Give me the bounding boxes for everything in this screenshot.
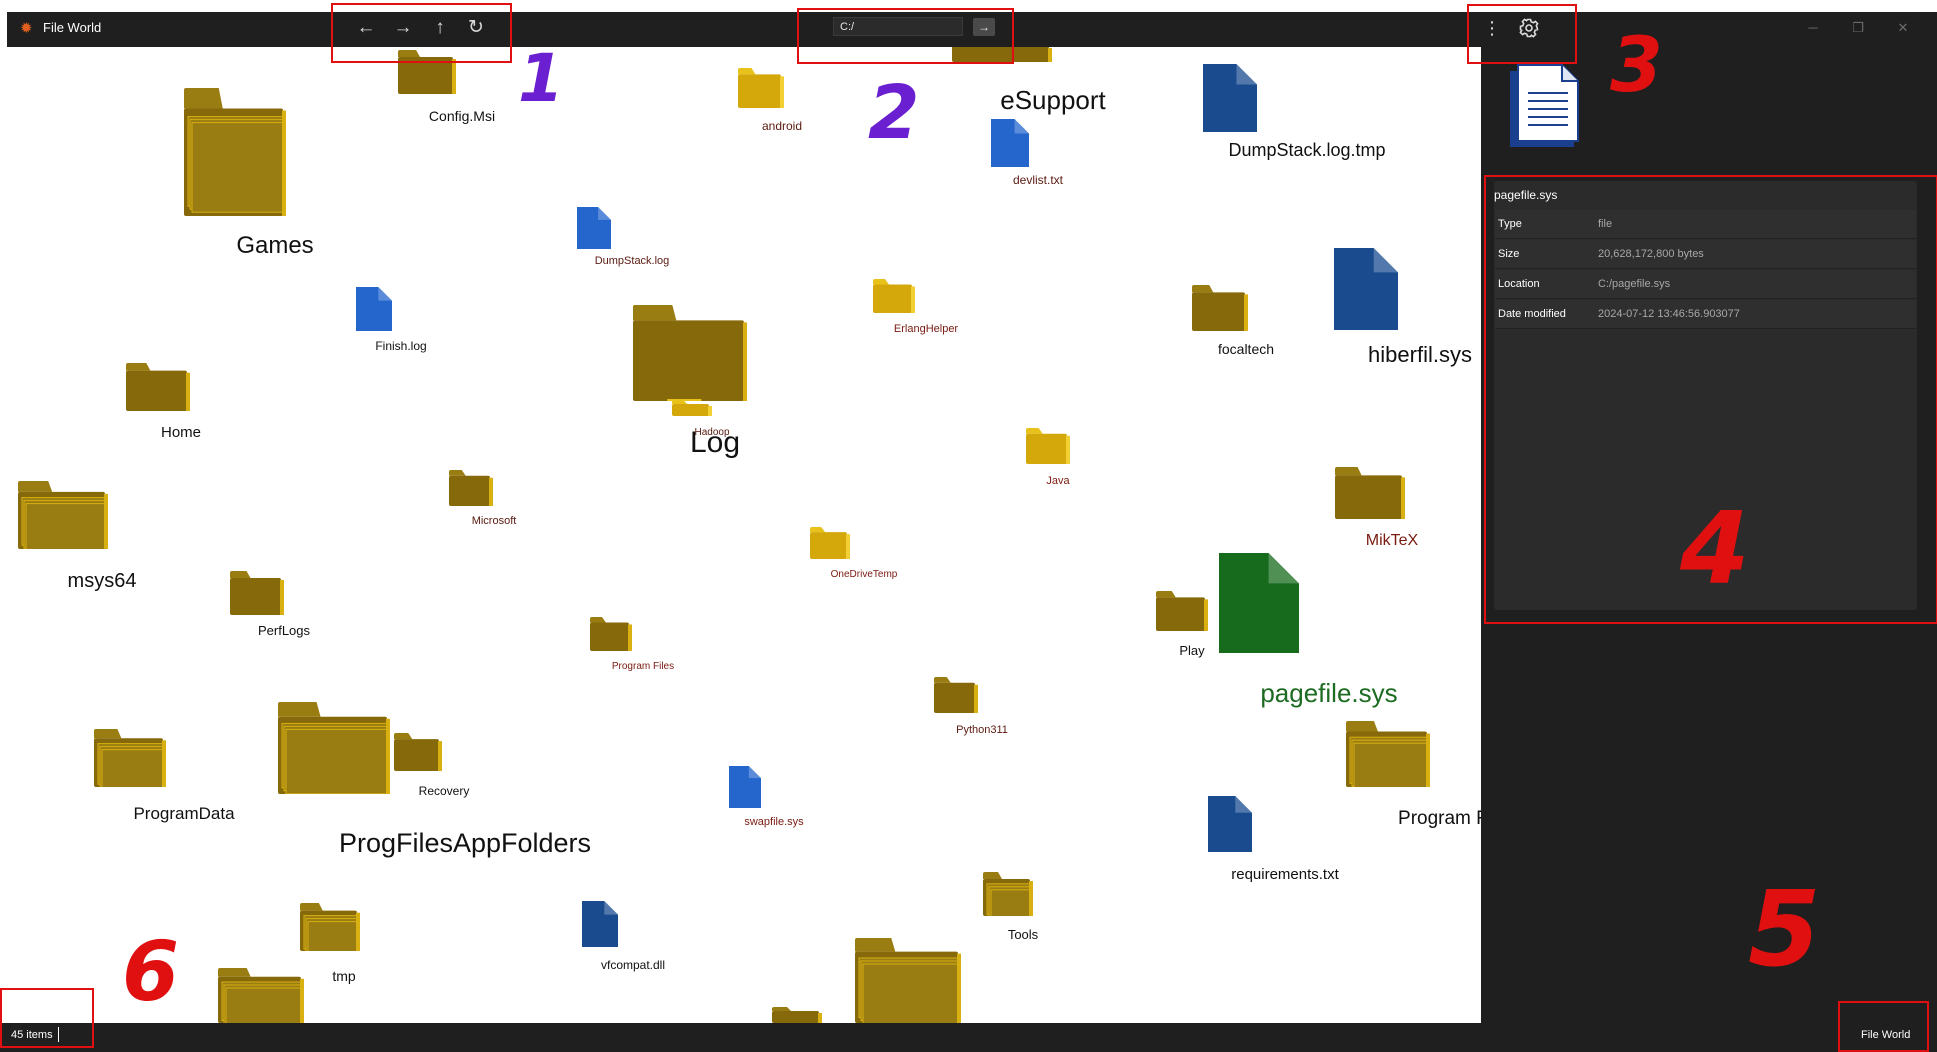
folder-item[interactable] (449, 470, 493, 506)
annotation-box-1 (331, 3, 512, 63)
item-label: hiberfil.sys (1368, 342, 1472, 367)
annotation-box-3 (1467, 4, 1577, 64)
item-label: Recovery (418, 784, 470, 798)
item-label: pagefile.sys (1260, 678, 1398, 708)
folder-item[interactable] (772, 1007, 822, 1023)
item-label: OneDriveTemp (830, 569, 898, 580)
document-icon (1508, 63, 1580, 154)
item-label: Microsoft (471, 515, 517, 527)
annotation-number: 6 (122, 925, 180, 1020)
folder-item[interactable] (1335, 467, 1405, 519)
file-item[interactable] (1208, 796, 1252, 852)
item-label: Play (1179, 643, 1205, 658)
annotation-number: 5 (1748, 868, 1821, 990)
folder-item[interactable] (590, 617, 632, 651)
status-bar (0, 1023, 1937, 1052)
folder-item[interactable] (18, 481, 108, 549)
minimize-button[interactable]: ─ (1800, 16, 1826, 40)
annotation-box-2 (797, 8, 1014, 64)
folder-item[interactable] (983, 872, 1033, 916)
folder-item[interactable] (934, 677, 978, 713)
item-label: ProgFilesAppFolders (338, 828, 592, 858)
folder-item[interactable] (126, 363, 190, 411)
folder-item[interactable] (218, 968, 304, 1023)
minimize-icon: ─ (1808, 20, 1818, 35)
folder-item[interactable] (1156, 591, 1208, 631)
file-item[interactable] (1219, 553, 1299, 653)
item-label: Java (1046, 475, 1070, 487)
item-label: Config.Msi (428, 108, 496, 124)
item-label: ErlangHelper (893, 323, 959, 335)
item-label: DumpStack.log.tmp (1228, 140, 1386, 160)
folder-item[interactable] (300, 903, 360, 951)
folder-item[interactable] (94, 729, 166, 787)
item-label: Games (236, 232, 314, 259)
folder-item[interactable] (278, 702, 390, 794)
item-label: Home (160, 424, 202, 441)
item-label: swapfile.sys (744, 816, 804, 828)
item-label: PerfLogs (257, 623, 311, 638)
item-label: Python311 (956, 724, 1008, 736)
item-label: DumpStack.log (594, 255, 670, 267)
item-label: vfcompat.dll (600, 958, 666, 972)
close-button[interactable]: ✕ (1890, 16, 1916, 40)
item-label: msys64 (67, 570, 137, 592)
file-item[interactable] (582, 901, 618, 947)
item-label: Tools (1007, 927, 1039, 942)
annotation-number: 3 (1610, 20, 1663, 109)
maximize-button[interactable]: ❐ (1845, 16, 1871, 40)
sun-icon: ✹ (20, 20, 33, 37)
folder-item[interactable] (855, 938, 961, 1023)
item-label: requirements.txt (1231, 866, 1339, 883)
folder-item[interactable] (873, 279, 915, 313)
item-label: Program Files (611, 661, 675, 672)
folder-item[interactable] (230, 571, 284, 615)
file-item[interactable] (1334, 248, 1398, 330)
annotation-number: 2 (868, 70, 920, 156)
annotation-box-6 (0, 988, 94, 1048)
item-label: Hadoop (694, 427, 730, 438)
item-label: android (761, 119, 803, 133)
folder-item[interactable] (394, 733, 442, 771)
file-item[interactable] (577, 207, 611, 249)
app-title: File World (43, 20, 102, 35)
item-label: MikTeX (1365, 532, 1419, 549)
folder-item[interactable] (1026, 428, 1070, 464)
file-item[interactable] (991, 119, 1029, 167)
item-label: Finish.log (375, 339, 427, 353)
item-label: ProgramData (133, 804, 235, 823)
folder-item[interactable] (738, 68, 784, 108)
item-label: focaltech (1217, 341, 1275, 357)
file-item[interactable] (1203, 64, 1257, 132)
item-label: devlist.txt (1012, 173, 1064, 187)
folder-item[interactable] (184, 88, 286, 216)
file-item[interactable] (729, 766, 761, 808)
annotation-box-5 (1838, 1001, 1929, 1052)
item-label: Program Fi (1398, 808, 1492, 829)
folder-item[interactable] (633, 305, 747, 401)
folder-item[interactable] (1346, 721, 1430, 787)
close-icon: ✕ (1897, 20, 1909, 35)
item-label: eSupport (1000, 85, 1106, 115)
folder-item[interactable] (810, 527, 850, 559)
folder-item[interactable] (1192, 285, 1248, 331)
annotation-number: 4 (1680, 490, 1750, 607)
maximize-icon: ❐ (1852, 20, 1864, 35)
item-label: tmp (332, 968, 356, 984)
folder-item[interactable] (672, 400, 712, 416)
file-item[interactable] (356, 287, 392, 331)
annotation-number: 1 (518, 40, 564, 117)
